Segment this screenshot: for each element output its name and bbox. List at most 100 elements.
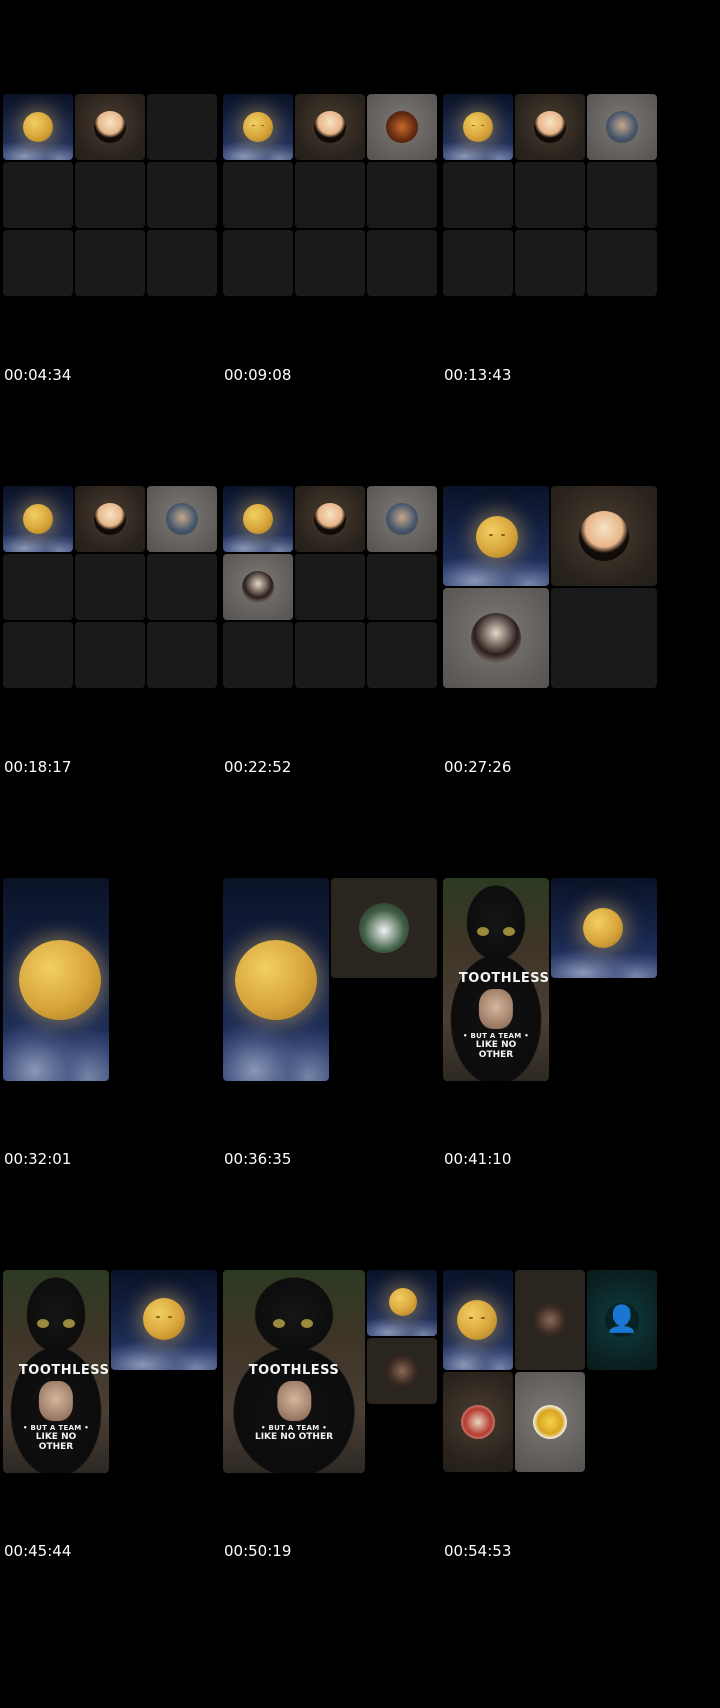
participant-tile — [443, 588, 549, 688]
empty-tile — [551, 588, 657, 688]
shirt-face-image — [276, 1381, 311, 1422]
empty-tile — [147, 230, 217, 296]
moon-tile — [111, 1270, 217, 1370]
participant-tile — [367, 486, 437, 552]
moon-tile — [443, 94, 513, 160]
shirt-line-1: • BUT A TEAM • — [22, 1424, 90, 1433]
empty-tile — [3, 230, 73, 296]
yellow-face-avatar — [533, 1405, 567, 1439]
cat-eye — [63, 1318, 75, 1328]
participant-tile: 👤 — [587, 1270, 657, 1370]
moon-icon — [463, 112, 493, 142]
empty-tile — [587, 230, 657, 296]
moon-tile — [551, 878, 657, 978]
moon-icon — [243, 504, 273, 534]
man-avatar — [386, 503, 418, 535]
cat-eye — [503, 926, 515, 936]
empty-tile — [147, 622, 217, 688]
participant-tile — [515, 94, 585, 160]
empty-tile — [75, 162, 145, 228]
participant-tile — [367, 94, 437, 160]
empty-tile — [295, 622, 365, 688]
timestamp: 00:54:53 — [444, 1542, 512, 1560]
empty-tile — [515, 230, 585, 296]
man-avatar — [606, 111, 638, 143]
shirt-face-image — [479, 989, 513, 1030]
shirt-line-1: • BUT A TEAM • — [462, 1032, 530, 1041]
cat-video-tile: TOOTHLESS • BUT A TEAM • LIKE NO OTHER — [223, 1270, 365, 1473]
participant-tile — [223, 554, 293, 620]
heart-hands-avatar — [314, 111, 346, 143]
empty-tile — [587, 162, 657, 228]
timestamp: 00:09:08 — [224, 366, 292, 384]
heart-hands-avatar — [94, 111, 126, 143]
participant-tile — [515, 1372, 585, 1472]
shirt-face-image — [39, 1381, 73, 1422]
shirt-print: TOOTHLESS • BUT A TEAM • LIKE NO OTHER — [458, 971, 549, 1061]
timestamp: 00:22:52 — [224, 758, 292, 776]
moon-tile — [223, 486, 293, 552]
frame-3 — [443, 94, 679, 454]
fire-figure-avatar — [386, 111, 418, 143]
man-avatar — [166, 503, 198, 535]
participant-tile — [587, 94, 657, 160]
frame-11: TOOTHLESS • BUT A TEAM • LIKE NO OTHER — [223, 1270, 459, 1630]
empty-tile — [295, 162, 365, 228]
food-avatar — [461, 1405, 495, 1439]
participant-tile — [367, 1338, 437, 1404]
empty-tile — [3, 554, 73, 620]
participant-tile — [75, 486, 145, 552]
cat-eye — [273, 1318, 285, 1328]
moon-icon — [583, 908, 623, 948]
participant-tile — [295, 486, 365, 552]
couple-avatar — [533, 1303, 567, 1337]
empty-tile — [147, 554, 217, 620]
participant-tile — [551, 486, 657, 586]
timestamp: 00:18:17 — [4, 758, 72, 776]
empty-tile — [367, 622, 437, 688]
couple-avatar — [386, 1355, 418, 1387]
empty-tile — [75, 554, 145, 620]
participant-tile — [515, 1270, 585, 1370]
empty-tile — [443, 162, 513, 228]
shirt-print: TOOTHLESS • BUT A TEAM • LIKE NO OTHER — [19, 1363, 109, 1452]
empty-tile — [295, 230, 365, 296]
frame-6 — [443, 486, 679, 846]
empty-tile — [367, 554, 437, 620]
timestamp: 00:04:34 — [4, 366, 72, 384]
moon-tile — [223, 878, 329, 1081]
empty-tile — [367, 162, 437, 228]
moon-icon — [235, 940, 317, 1020]
frame-4 — [3, 486, 239, 846]
shirt-title: TOOTHLESS — [458, 971, 549, 987]
amongus-avatar: 👤 — [605, 1303, 639, 1337]
cat-video-tile: TOOTHLESS • BUT A TEAM • LIKE NO OTHER — [443, 878, 549, 1081]
empty-tile — [147, 94, 217, 160]
frame-1 — [3, 94, 239, 454]
participant-tile — [147, 486, 217, 552]
shirt-line-2: LIKE NO OTHER — [475, 1040, 517, 1061]
empty-tile — [223, 230, 293, 296]
moon-tile — [443, 1270, 513, 1370]
frame-9: TOOTHLESS • BUT A TEAM • LIKE NO OTHER — [443, 878, 679, 1238]
moon-tile — [223, 94, 293, 160]
woman-avatar — [242, 571, 274, 603]
empty-tile — [3, 162, 73, 228]
frame-7 — [3, 878, 239, 1238]
moon-icon — [23, 504, 53, 534]
cat-eye — [301, 1318, 313, 1328]
moon-icon — [476, 516, 518, 558]
timestamp: 00:27:26 — [444, 758, 512, 776]
participant-tile — [331, 878, 437, 978]
moon-icon — [143, 1298, 185, 1340]
timestamp: 00:36:35 — [224, 1150, 292, 1168]
participant-tile — [443, 1372, 513, 1472]
empty-tile — [75, 622, 145, 688]
heart-hands-avatar — [94, 503, 126, 535]
empty-tile — [295, 554, 365, 620]
shirt-line-2: LIKE NO OTHER — [254, 1432, 334, 1443]
cat-avatar — [359, 903, 409, 953]
moon-icon — [243, 112, 273, 142]
moon-tile — [3, 94, 73, 160]
moon-icon — [23, 112, 53, 142]
